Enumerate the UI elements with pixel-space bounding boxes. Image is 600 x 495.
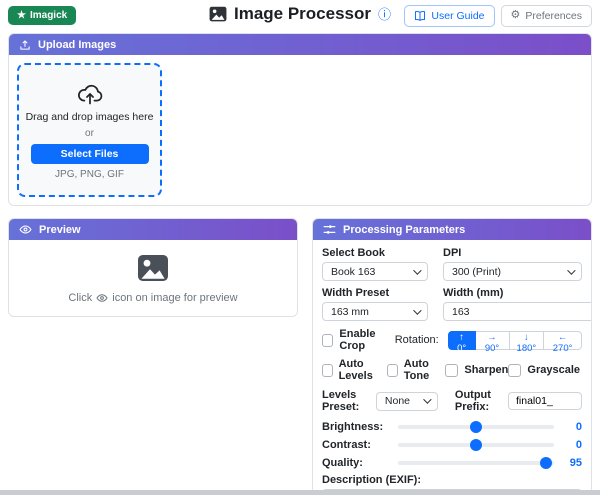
preview-body: Click icon on image for preview (9, 240, 297, 316)
levels-preset-dropdown[interactable]: None (375, 391, 438, 411)
preferences-button[interactable]: ⚙ Preferences (500, 4, 592, 27)
processing-parameters-title: Processing Parameters (343, 223, 466, 236)
rotation-label: Rotation: (394, 334, 439, 346)
description-exif-label: Description (EXIF): (322, 474, 422, 486)
cloud-upload-icon (76, 80, 104, 106)
quality-value: 95 (569, 457, 582, 469)
star-icon: ★ (17, 10, 26, 21)
levels-preset-value: None (384, 395, 410, 407)
rotation-button-group: ↑ 0° → 90° ↓ 180° ← 270° (447, 330, 582, 354)
info-icon[interactable]: ⓘ (378, 8, 391, 21)
quality-label: Quality: (322, 457, 363, 469)
sharpen-checkbox[interactable] (445, 363, 459, 377)
contrast-slider[interactable] (398, 439, 554, 451)
imagick-badge-label: Imagick (29, 10, 68, 21)
upload-section-title: Upload Images (38, 38, 117, 51)
select-book-dropdown[interactable]: Book 163 (322, 262, 428, 281)
brightness-slider-thumb[interactable] (470, 421, 482, 433)
brightness-value: 0 (575, 421, 582, 433)
width-preset-value: 163 mm (331, 305, 369, 318)
preview-section: Preview Click icon on image for preview (8, 218, 298, 317)
upload-body: Drag and drop images here or Select File… (9, 55, 591, 205)
brightness-label: Brightness: (322, 421, 384, 433)
select-files-button[interactable]: Select Files (30, 144, 149, 164)
parameters-form: Select Book Book 163 DPI 300 (Print) Wid… (313, 240, 591, 495)
quality-slider-thumb[interactable] (540, 457, 553, 469)
select-book-value: Book 163 (331, 265, 376, 278)
output-prefix-input[interactable] (508, 392, 582, 410)
rotation-0-button[interactable]: ↑ 0° (447, 330, 476, 354)
auto-levels-label: Auto Levels (338, 358, 373, 382)
accepted-formats: JPG, PNG, GIF (55, 169, 124, 180)
enable-crop-label: Enable Crop (339, 328, 376, 352)
contrast-slider-thumb[interactable] (470, 439, 482, 451)
select-book-label: Select Book (322, 247, 385, 259)
book-icon (414, 10, 426, 22)
rotation-270-button[interactable]: ← 270° (544, 330, 582, 354)
dpi-dropdown[interactable]: 300 (Print) (443, 262, 582, 281)
processing-parameters-header: Processing Parameters (313, 219, 591, 240)
eye-inline-icon (96, 292, 108, 304)
rotation-180-button[interactable]: ↓ 180° (509, 330, 545, 354)
preview-empty-text-before: Click (68, 292, 93, 304)
app-window: ★ Imagick Image Processor ⓘ User Guide ⚙… (0, 0, 600, 495)
preview-empty-text-after: icon on image for preview (112, 292, 238, 304)
chevron-down-icon (413, 305, 422, 315)
eye-icon (19, 223, 32, 236)
image-placeholder-icon (136, 252, 170, 284)
preview-section-header: Preview (9, 219, 297, 240)
grayscale-label: Grayscale (527, 364, 580, 376)
top-actions: User Guide ⚙ Preferences (404, 4, 592, 27)
width-preset-dropdown[interactable]: 163 mm (322, 302, 428, 321)
auto-levels-checkbox[interactable] (322, 363, 333, 377)
user-guide-button[interactable]: User Guide (404, 4, 495, 27)
dpi-label: DPI (443, 247, 462, 259)
dropzone[interactable]: Drag and drop images here or Select File… (17, 63, 162, 197)
imagick-badge[interactable]: ★ Imagick (8, 6, 77, 25)
top-header: ★ Imagick Image Processor ⓘ User Guide ⚙… (0, 0, 600, 31)
auto-levels-option[interactable]: Auto Levels (322, 358, 387, 382)
width-mm-label: Width (mm) (443, 287, 504, 299)
horizontal-scrollbar[interactable] (0, 490, 600, 495)
chevron-down-icon (567, 265, 576, 275)
levels-preset-label: Levels Preset: (322, 389, 360, 413)
contrast-label: Contrast: (322, 439, 371, 451)
page-title: Image Processor (233, 4, 371, 23)
width-preset-label: Width Preset (322, 287, 390, 299)
enable-crop-option[interactable]: Enable Crop (322, 328, 395, 352)
enable-crop-checkbox[interactable] (322, 333, 334, 347)
sharpen-label: Sharpen (464, 364, 509, 376)
user-guide-label: User Guide (431, 9, 485, 22)
chevron-down-icon (413, 265, 422, 275)
auto-tone-label: Auto Tone (403, 358, 430, 382)
bottom-row: Preview Click icon on image for preview … (8, 218, 592, 495)
preview-section-title: Preview (39, 223, 81, 236)
output-prefix-label: Output Prefix: (454, 389, 491, 413)
upload-icon (19, 39, 31, 51)
gear-icon: ⚙ (510, 9, 521, 21)
width-input[interactable] (443, 302, 591, 321)
dpi-value: 300 (Print) (452, 265, 502, 278)
image-icon (209, 5, 227, 23)
sharpen-option[interactable]: Sharpen (445, 358, 508, 382)
preview-empty-text: Click icon on image for preview (68, 292, 237, 304)
upload-section: Upload Images Drag and drop images here … (8, 33, 592, 206)
processing-parameters-section: Processing Parameters Select Book Book 1… (312, 218, 592, 495)
rotation-90-button[interactable]: → 90° (475, 330, 510, 354)
grayscale-option[interactable]: Grayscale (508, 358, 580, 382)
grayscale-checkbox[interactable] (508, 363, 522, 377)
drop-instruction: Drag and drop images here (25, 111, 154, 123)
or-text: or (85, 128, 94, 139)
brightness-slider[interactable] (398, 421, 554, 433)
chevron-down-icon (423, 395, 432, 404)
quality-slider[interactable] (398, 457, 554, 469)
contrast-value: 0 (575, 439, 582, 451)
preferences-label: Preferences (525, 9, 582, 22)
auto-tone-option[interactable]: Auto Tone (387, 358, 445, 382)
auto-tone-checkbox[interactable] (387, 363, 398, 377)
upload-section-header: Upload Images (9, 34, 591, 55)
sliders-icon (323, 223, 336, 236)
